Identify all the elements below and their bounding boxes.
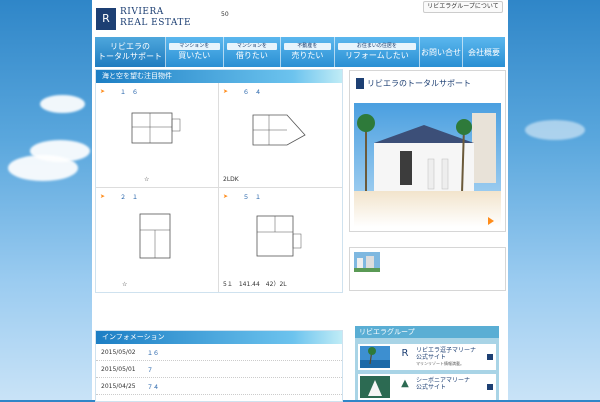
- arrow-icon: ➤: [223, 192, 229, 200]
- info-row[interactable]: 2015/05/02 １６: [96, 344, 342, 361]
- logo-text: RIVIERA REAL ESTATE: [120, 7, 191, 29]
- property-caption: ☆: [122, 281, 128, 288]
- nav-rent[interactable]: マンションを 借りたい: [224, 37, 282, 67]
- nav-label: お問い合せ: [420, 47, 461, 57]
- floor-plan-image[interactable]: [247, 105, 311, 157]
- logo-line2: REAL ESTATE: [120, 18, 192, 28]
- nav-buy[interactable]: マンションを 買いたい: [166, 37, 224, 67]
- group-heading: リビエラグループ: [355, 326, 499, 338]
- nav-label: 買いたい: [178, 51, 211, 60]
- info-row[interactable]: 2015/04/25 ７４: [96, 378, 342, 395]
- property-card[interactable]: ➤ ５１ 5１ 141.44 42）2L: [219, 188, 342, 293]
- property-card[interactable]: ➤ １６ ☆: [96, 83, 219, 188]
- arrow-icon: ➤: [100, 88, 106, 95]
- floor-plan-image[interactable]: [124, 210, 188, 262]
- banner-line1: シーボニアマリーナ: [416, 377, 471, 384]
- logo-line1: RIVIERA: [120, 7, 164, 17]
- property-caption: ☆: [144, 175, 150, 183]
- nav-sublabel: お住まいの住居を: [337, 43, 416, 50]
- cloud-decoration: [40, 95, 85, 113]
- property-caption: 5１ 141.44 42）2L: [223, 281, 287, 288]
- cloud-decoration: [525, 120, 585, 140]
- floor-plan-image[interactable]: [124, 105, 188, 157]
- property-title[interactable]: ２１: [120, 192, 144, 201]
- info-date: 2015/05/02: [101, 348, 136, 356]
- property-card[interactable]: ➤ ６４ 2LDK: [219, 83, 342, 188]
- information-section: インフォメーション 2015/05/02 １６ 2015/05/01 ７ 201…: [95, 330, 343, 402]
- nav-contact[interactable]: お問い合せ: [420, 37, 463, 67]
- site-logo[interactable]: R RIVIERA REAL ESTATE: [96, 6, 206, 32]
- info-link[interactable]: ７: [147, 365, 153, 374]
- nav-reform[interactable]: お住まいの住居を リフォームしたい: [335, 37, 420, 67]
- banner-subtext: マリンリゾート情報満載。: [416, 361, 464, 366]
- group-about-link[interactable]: リビエラグループについて: [423, 1, 503, 13]
- nav-label: 会社概要: [467, 47, 500, 57]
- floor-plan-image[interactable]: [247, 210, 311, 262]
- info-link[interactable]: ７４: [147, 382, 159, 391]
- info-date: 2015/05/01: [101, 365, 136, 373]
- total-support-panel[interactable]: リビエラのトータルサポート: [349, 70, 506, 232]
- property-title[interactable]: ６４: [243, 87, 267, 96]
- side-thumbnail-box[interactable]: [349, 247, 506, 291]
- cloud-decoration: [8, 155, 78, 181]
- banner-logo-icon: ▲: [401, 378, 409, 389]
- nav-sublabel: 不動産を: [284, 43, 331, 50]
- nav-sublabel: マンションを: [226, 43, 278, 50]
- group-banner[interactable]: ▲ シーボニアマリーナ 公式サイト: [358, 374, 496, 400]
- office-photo[interactable]: [354, 103, 501, 227]
- main-nav: リビエラの トータルサポート マンションを 買いたい マンションを 借りたい 不…: [95, 37, 505, 67]
- info-row[interactable]: 2015/05/01 ７: [96, 361, 342, 378]
- nav-label: 借りたい: [235, 51, 268, 60]
- banner-line2: 公式サイト: [416, 354, 447, 361]
- featured-properties: 海と空を望む注目物件 ➤ １６ ☆ ➤ ６４ 2LDK ➤ ２１ ☆ ➤ ５１ …: [95, 69, 343, 293]
- property-title[interactable]: ５１: [243, 192, 267, 201]
- arrow-icon: ➤: [100, 192, 106, 200]
- info-link[interactable]: １６: [147, 348, 159, 357]
- banner-text: リビエラ逗子マリーナ 公式サイト: [416, 347, 476, 361]
- banner-logo-icon: R: [401, 348, 409, 359]
- header-number: 50: [221, 11, 229, 18]
- property-caption: 2LDK: [223, 175, 239, 183]
- info-date: 2015/04/25: [101, 382, 136, 390]
- nav-sell[interactable]: 不動産を 売りたい: [281, 37, 335, 67]
- banner-text: シーボニアマリーナ 公式サイト: [416, 377, 470, 391]
- banner-line2: 公式サイト: [416, 384, 447, 391]
- logo-mark-icon: R: [96, 8, 116, 30]
- group-banner[interactable]: R リビエラ逗子マリーナ 公式サイト マリンリゾート情報満載。: [358, 344, 496, 370]
- featured-heading: 海と空を望む注目物件: [96, 70, 342, 83]
- property-card[interactable]: ➤ ２１ ☆: [96, 187, 219, 292]
- nav-label: 売りたい: [291, 51, 324, 60]
- nav-company[interactable]: 会社概要: [463, 37, 505, 67]
- arrow-icon: ➤: [223, 88, 229, 95]
- property-title[interactable]: １６: [120, 87, 144, 96]
- banner-image: [360, 376, 390, 398]
- group-section: リビエラグループ R リビエラ逗子マリーナ 公式サイト マリンリゾート情報満載。…: [355, 326, 499, 400]
- banner-line1: リビエラ逗子マリーナ: [416, 347, 477, 354]
- banner-image: [360, 346, 390, 368]
- nav-label: リビエラの トータルサポート: [98, 42, 162, 61]
- thumbnail-image[interactable]: [354, 252, 380, 272]
- info-heading: インフォメーション: [96, 331, 342, 344]
- side-title-text: リビエラのトータルサポート: [367, 79, 471, 88]
- arrow-icon: [487, 354, 493, 360]
- side-title: リビエラのトータルサポート: [356, 78, 471, 89]
- arrow-icon: [487, 384, 493, 390]
- nav-label: リフォームしたい: [344, 51, 409, 60]
- logo-mark-icon: [356, 78, 364, 89]
- nav-sublabel: マンションを: [169, 43, 220, 50]
- nav-total-support[interactable]: リビエラの トータルサポート: [95, 37, 166, 67]
